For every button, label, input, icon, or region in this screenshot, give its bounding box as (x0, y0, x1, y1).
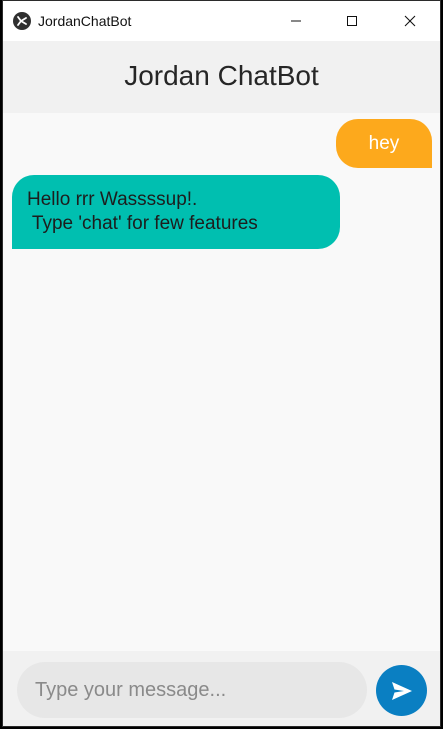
title-bar: JordanChatBot (3, 1, 440, 41)
maximize-button[interactable] (323, 1, 381, 41)
send-icon (391, 681, 412, 700)
minimize-button[interactable] (267, 1, 325, 41)
app-window: JordanChatBot Jordan ChatBot hey Hello r… (2, 0, 441, 727)
close-button[interactable] (381, 1, 439, 41)
message-list[interactable]: hey Hello rrr Wassssup!. Type 'chat' for… (3, 113, 440, 651)
window-title: JordanChatBot (38, 13, 132, 29)
minimize-icon (291, 20, 301, 22)
send-button[interactable] (376, 665, 427, 716)
app-icon (13, 12, 31, 30)
composer-bar (3, 651, 440, 726)
app-header: Jordan ChatBot (3, 41, 440, 113)
close-icon (404, 15, 416, 27)
maximize-icon (347, 16, 357, 26)
user-message-bubble: hey (336, 119, 432, 168)
page-title: Jordan ChatBot (124, 60, 319, 91)
bot-message-bubble: Hello rrr Wassssup!. Type 'chat' for few… (12, 175, 340, 249)
message-input[interactable] (17, 662, 367, 718)
